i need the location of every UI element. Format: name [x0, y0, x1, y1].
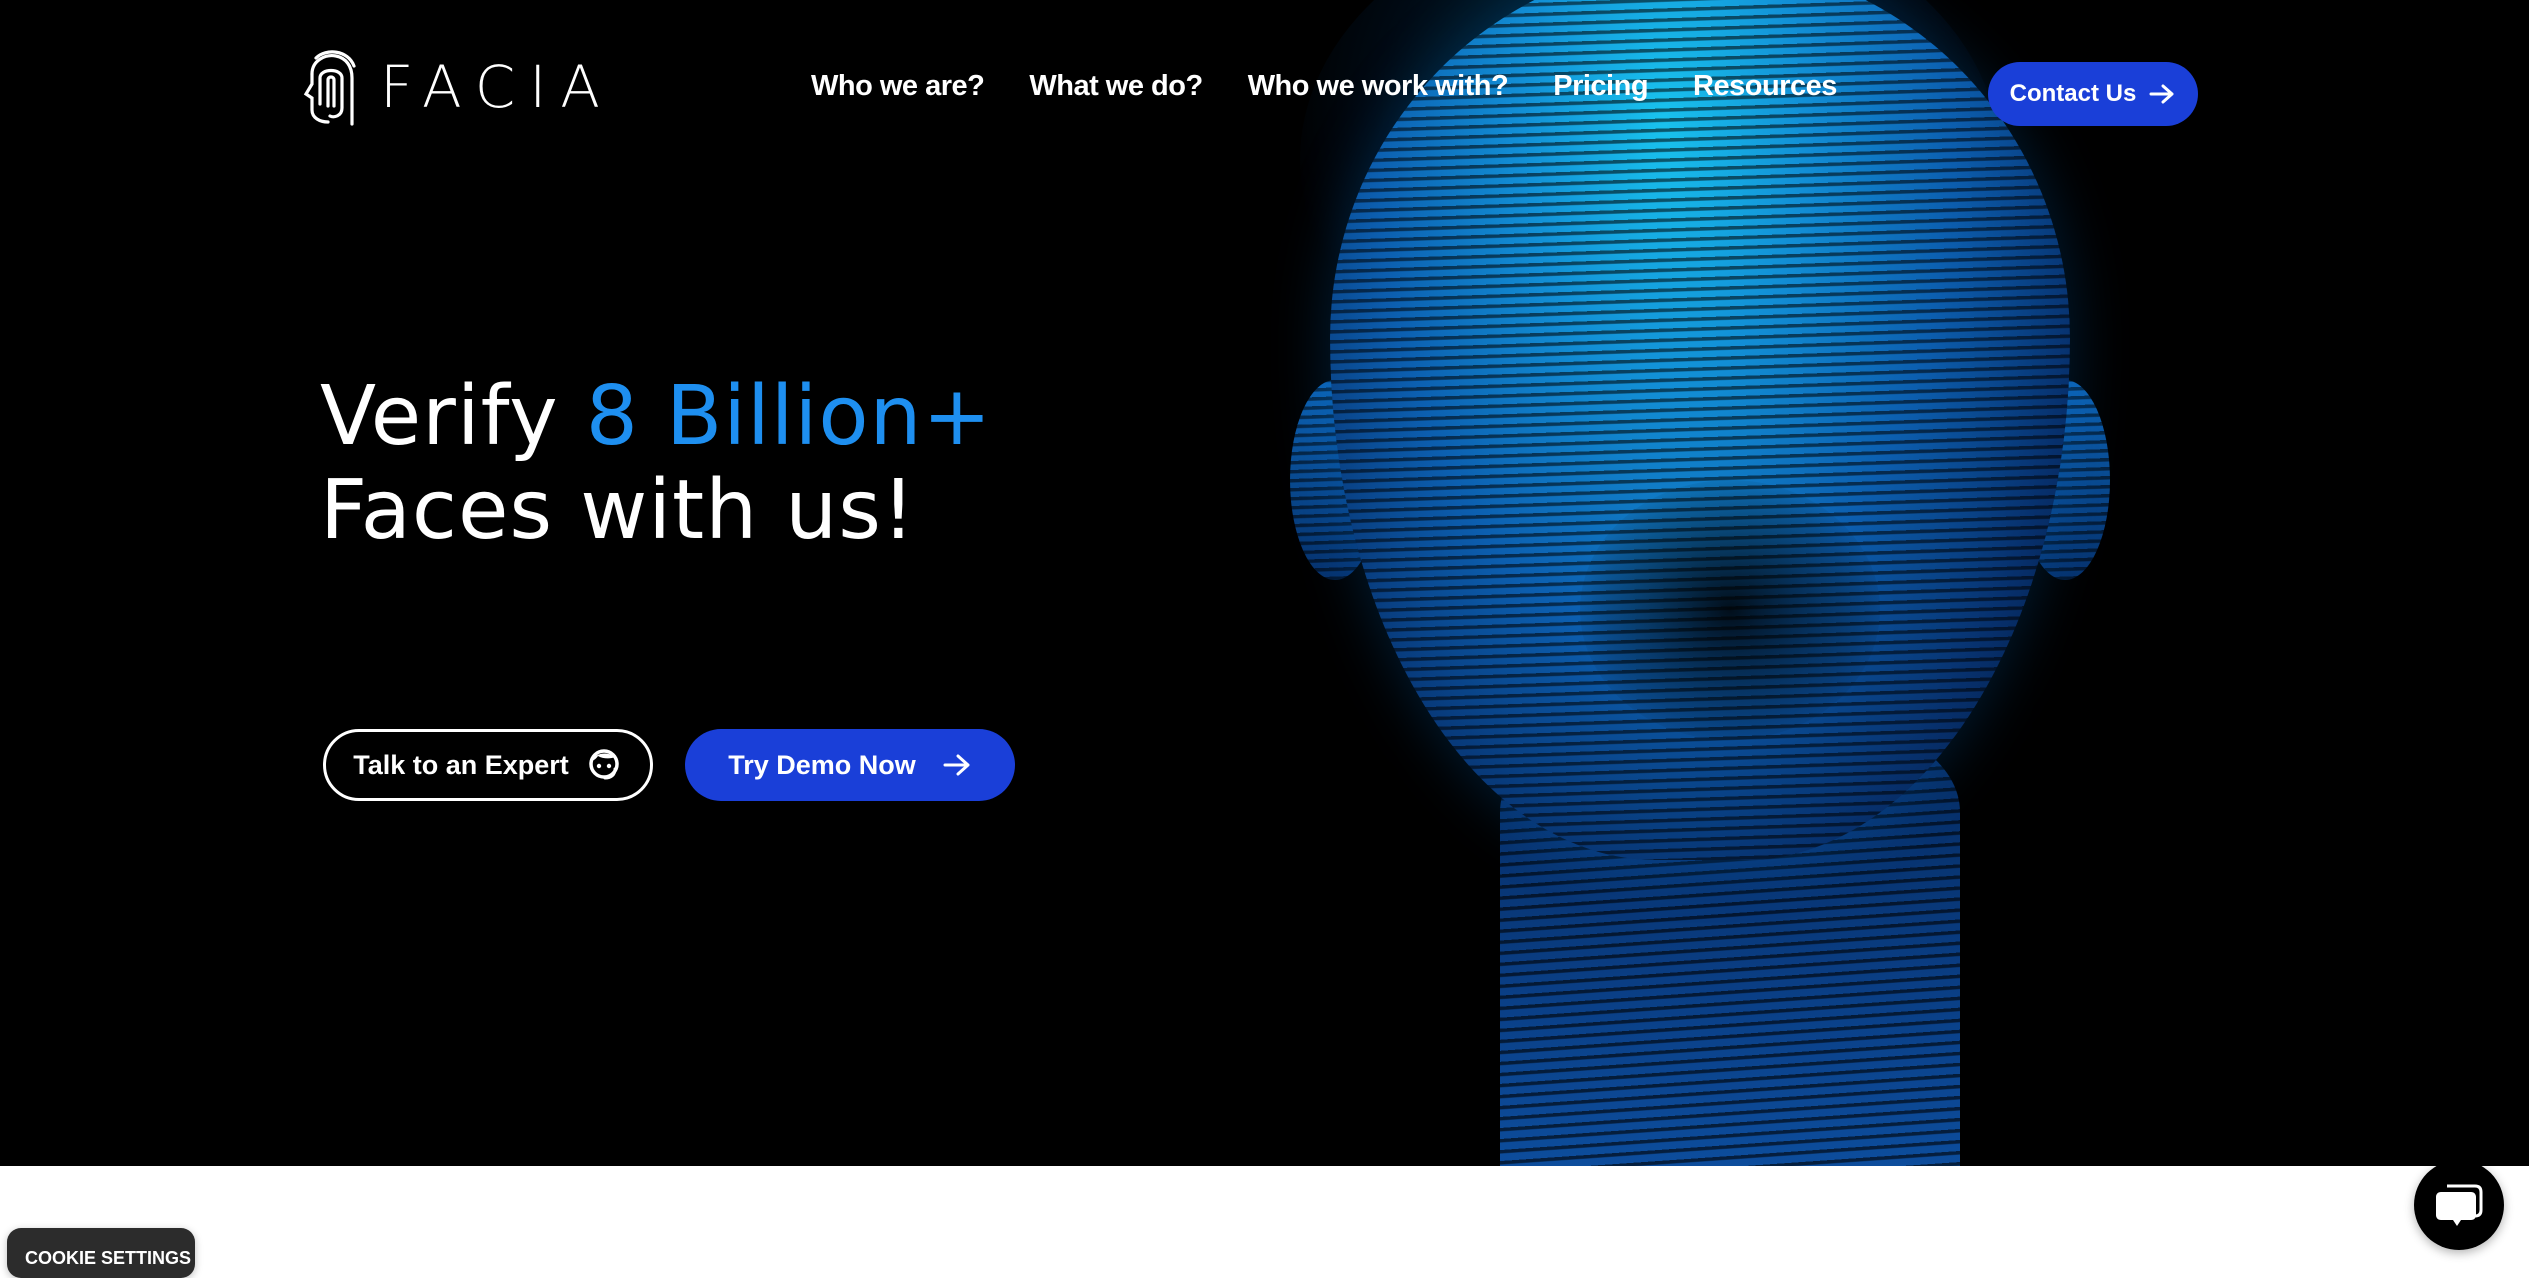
brand-name: FACIA — [380, 53, 614, 121]
headline-line2: Faces with us! — [320, 463, 916, 558]
arrow-right-icon — [943, 754, 970, 776]
hero-face-image — [1240, 0, 2190, 1166]
support-agent-icon — [589, 749, 619, 780]
brand-logo[interactable]: FACIA — [298, 44, 614, 130]
chat-bubbles-icon — [2436, 1184, 2483, 1226]
nav-who-we-work-with[interactable]: Who we work with? — [1248, 70, 1509, 103]
try-demo-button[interactable]: Try Demo Now — [685, 729, 1015, 801]
contact-us-button[interactable]: Contact Us — [1988, 62, 2198, 126]
face-fingerprint-icon — [303, 50, 356, 126]
headline-prefix: Verify — [320, 369, 586, 464]
chat-widget-button[interactable] — [2414, 1160, 2504, 1250]
main-nav: Who we are? What we do? Who we work with… — [811, 70, 1837, 103]
nav-resources[interactable]: Resources — [1693, 70, 1837, 103]
talk-to-expert-label: Talk to an Expert — [353, 749, 569, 780]
face-shadow — [1580, 480, 1880, 740]
try-demo-label: Try Demo Now — [728, 749, 916, 780]
headline-accent: 8 Billion+ — [585, 369, 993, 464]
nav-what-we-do[interactable]: What we do? — [1029, 70, 1203, 103]
talk-to-expert-button[interactable]: Talk to an Expert — [323, 729, 653, 801]
nav-pricing[interactable]: Pricing — [1553, 70, 1648, 103]
arrow-right-icon — [2149, 84, 2174, 104]
contact-us-label: Contact Us — [2009, 80, 2137, 107]
cookie-settings-button[interactable]: COOKIE SETTINGS — [7, 1228, 195, 1278]
hero-section: FACIA Who we are? What we do? Who we wor… — [0, 0, 2529, 1166]
nav-who-we-are[interactable]: Who we are? — [811, 70, 985, 103]
hero-headline: Verify 8 Billion+ Faces with us! — [320, 370, 992, 558]
